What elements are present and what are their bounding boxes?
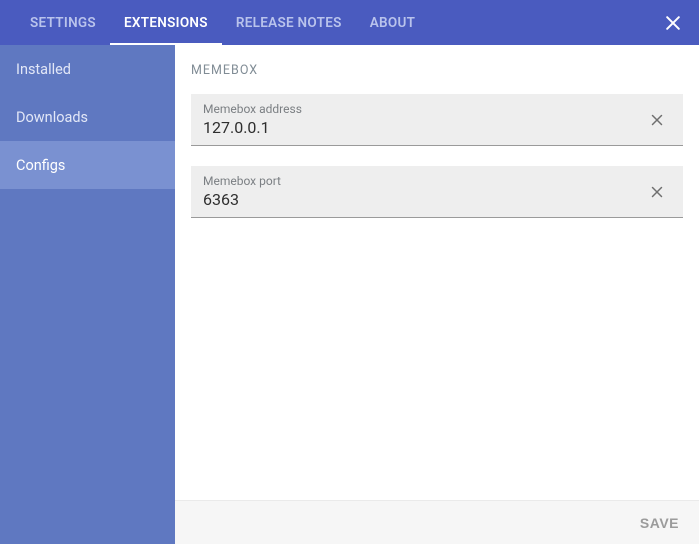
sidebar-item-downloads[interactable]: Downloads <box>0 93 175 141</box>
tab-bar: SETTINGS EXTENSIONS RELEASE NOTES ABOUT <box>16 0 429 45</box>
close-icon <box>648 111 666 129</box>
content-inner: MEMEBOX Memebox address Memebox port <box>175 45 699 500</box>
field-memebox-port[interactable]: Memebox port <box>191 166 683 218</box>
close-icon <box>648 183 666 201</box>
sidebar-item-configs[interactable]: Configs <box>0 141 175 189</box>
tab-extensions[interactable]: EXTENSIONS <box>110 0 222 45</box>
content: MEMEBOX Memebox address Memebox port <box>175 45 699 544</box>
sidebar: Installed Downloads Configs <box>0 45 175 544</box>
field-text: Memebox address <box>203 102 643 137</box>
save-button[interactable]: SAVE <box>640 515 679 531</box>
close-icon <box>663 13 683 33</box>
clear-address-button[interactable] <box>643 106 671 134</box>
field-label: Memebox address <box>203 102 643 116</box>
footer: SAVE <box>175 500 699 544</box>
titlebar: SETTINGS EXTENSIONS RELEASE NOTES ABOUT <box>0 0 699 45</box>
close-button[interactable] <box>659 9 687 37</box>
sidebar-item-installed[interactable]: Installed <box>0 45 175 93</box>
field-memebox-address[interactable]: Memebox address <box>191 94 683 146</box>
memebox-address-input[interactable] <box>203 118 643 137</box>
memebox-port-input[interactable] <box>203 190 643 209</box>
field-text: Memebox port <box>203 174 643 209</box>
clear-port-button[interactable] <box>643 178 671 206</box>
body: Installed Downloads Configs MEMEBOX Meme… <box>0 45 699 544</box>
field-label: Memebox port <box>203 174 643 188</box>
tab-release-notes[interactable]: RELEASE NOTES <box>222 0 356 45</box>
tab-about[interactable]: ABOUT <box>356 0 430 45</box>
app-window: SETTINGS EXTENSIONS RELEASE NOTES ABOUT … <box>0 0 699 544</box>
tab-settings[interactable]: SETTINGS <box>16 0 110 45</box>
section-title: MEMEBOX <box>191 63 683 78</box>
